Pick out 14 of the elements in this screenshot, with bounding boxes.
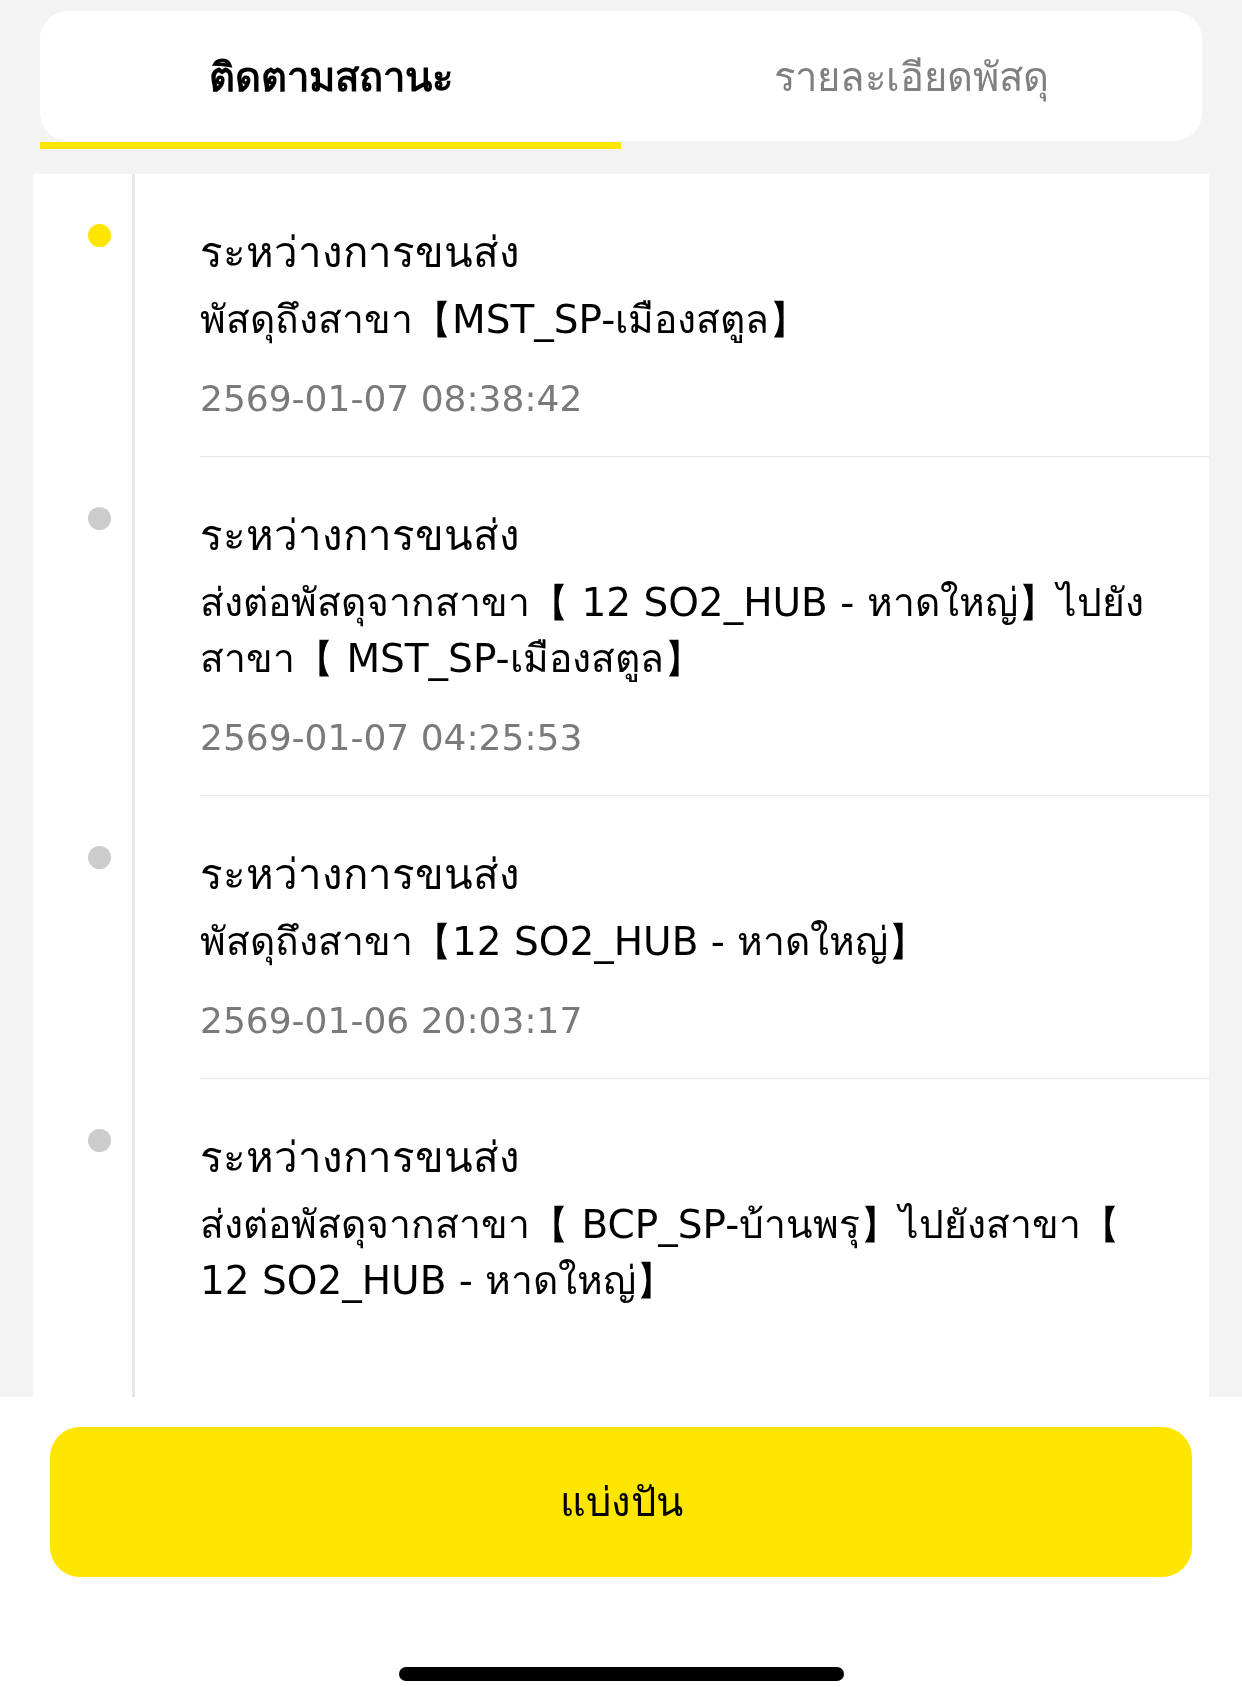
status-description: ส่งต่อพัสดุจากสาขา【 12 SO2_HUB - หาดใหญ่】ไปยังสาขา【 MST_SP-เมืองสตูล】: [200, 579, 1145, 684]
status-title: ระหว่างการขนส่ง: [200, 849, 521, 901]
status-title: ระหว่างการขนส่ง: [200, 510, 521, 562]
status-description: พัสดุถึงสาขา【12 SO2_HUB - หาดใหญ่】: [200, 918, 929, 968]
status-description: ส่งต่อพัสดุจากสาขา【 BCP_SP-บ้านพรุ】ไปยังสาขา【 12 SO2_HUB - หาดใหญ่】: [200, 1201, 1122, 1305]
tab[interactable]: ติดตามสถานะ: [40, 11, 621, 149]
share-button[interactable]: แบ่งปัน: [50, 1427, 1192, 1577]
status-title: ระหว่างการขนส่ง: [200, 1132, 521, 1184]
status-time: 2569-01-07 04:25:53: [200, 716, 584, 760]
status-time: 2569-01-07 08:38:42: [200, 377, 584, 421]
status-time: 2569-01-06 20:03:17: [200, 999, 584, 1043]
status-title: ระหว่างการขนส่ง: [200, 227, 521, 279]
status-description: พัสดุถึงสาขา【MST_SP-เมืองสตูล】: [200, 296, 810, 346]
tab[interactable]: รายละเอียดพัสดุ: [621, 11, 1202, 149]
